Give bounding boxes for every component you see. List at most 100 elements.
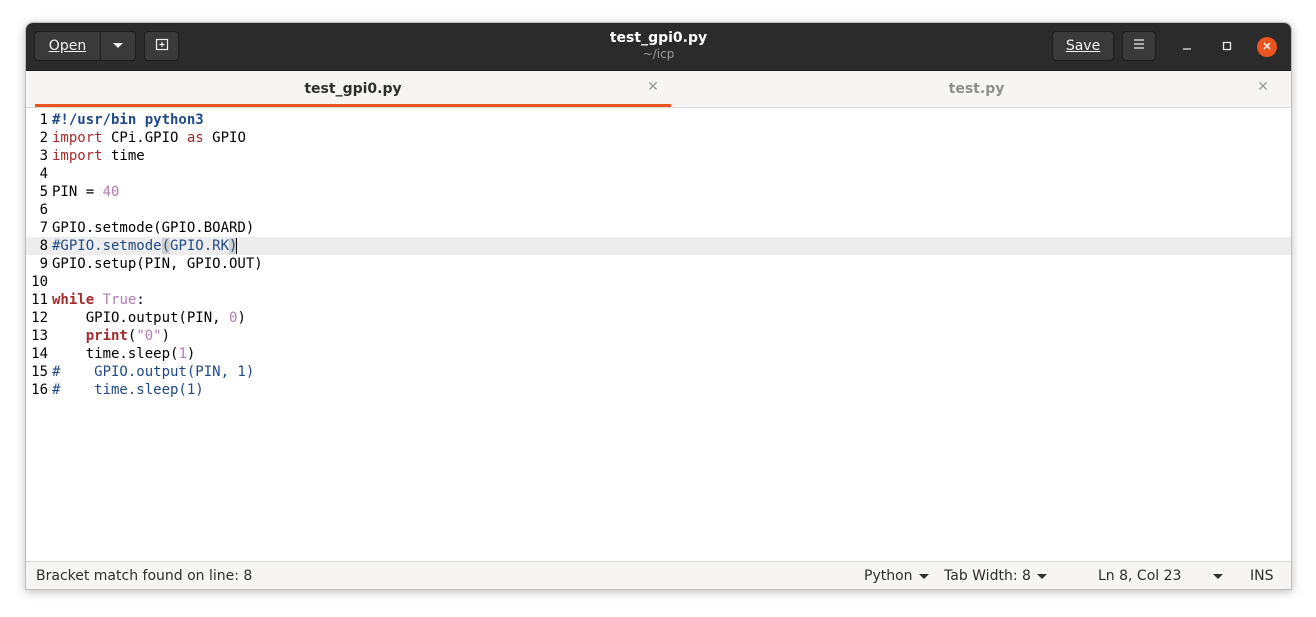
code-text: #GPIO.setmode(GPIO.RK)	[52, 237, 238, 255]
code-token: )	[161, 328, 171, 344]
code-text: GPIO.setup(PIN, GPIO.OUT)	[52, 255, 263, 273]
code-text: PIN = 40	[52, 183, 119, 201]
code-line[interactable]: 5 PIN = 40	[26, 183, 1291, 201]
code-editor[interactable]: 1 #!/usr/bin python3 2 import CPi.GPIO as G…	[26, 108, 1291, 561]
code-token: )	[237, 310, 246, 326]
line-number: 10	[31, 274, 48, 290]
code-token: while	[52, 292, 95, 308]
chevron-down-icon	[112, 38, 124, 54]
code-text: while True:	[52, 291, 145, 309]
code-token: GPIO.RK	[170, 238, 230, 254]
tab-width-label: Tab Width: 8	[944, 568, 1031, 584]
code-token: 1	[178, 346, 187, 362]
code-token: GPIO.output(PIN,	[52, 310, 230, 326]
close-icon	[1262, 40, 1272, 55]
code-line[interactable]: 7 GPIO.setmode(GPIO.BOARD)	[26, 219, 1291, 237]
line-number: 16	[31, 382, 48, 398]
code-line[interactable]: 14 time.sleep(1)	[26, 345, 1291, 363]
tab-test-gpi0[interactable]: test_gpi0.py ✕	[35, 71, 671, 107]
code-line[interactable]: 9 GPIO.setup(PIN, GPIO.OUT)	[26, 255, 1291, 273]
line-number: 5	[39, 184, 48, 200]
main-menu-button[interactable]	[1122, 31, 1156, 61]
code-token: CPi.GPIO	[102, 130, 187, 146]
tab-label: test_gpi0.py	[304, 81, 402, 97]
code-token: True	[102, 292, 137, 308]
code-text: #!/usr/bin python3	[52, 111, 204, 129]
code-token: import	[52, 148, 103, 164]
tab-label: test.py	[948, 81, 1005, 97]
code-token: GPIO	[203, 130, 246, 146]
code-token: PIN =	[52, 184, 103, 200]
insert-mode-indicator[interactable]: INS	[1250, 568, 1274, 584]
line-number: 1	[39, 112, 48, 128]
tab-width-selector[interactable]: Tab Width: 8	[944, 568, 1047, 584]
code-line[interactable]: 10	[26, 273, 1291, 291]
code-token: )	[186, 346, 196, 362]
code-token: "0"	[136, 328, 162, 344]
header-bar: Open test_gpi0.py ~/icp Save	[26, 23, 1291, 71]
code-line[interactable]: 6	[26, 201, 1291, 219]
maximize-button[interactable]	[1217, 37, 1237, 57]
code-token: import	[52, 130, 103, 146]
line-number: 11	[31, 292, 48, 308]
line-number: 15	[31, 364, 48, 380]
new-tab-button[interactable]	[144, 31, 179, 61]
editor-window: Open test_gpi0.py ~/icp Save test_gpi0.p…	[25, 22, 1292, 590]
code-token: (	[161, 238, 171, 254]
code-text: import time	[52, 147, 145, 165]
open-button[interactable]: Open	[34, 31, 101, 61]
code-line[interactable]: 15 # GPIO.output(PIN, 1)	[26, 363, 1291, 381]
line-number: 14	[31, 346, 48, 362]
line-number: 7	[39, 220, 48, 236]
code-token: 40	[102, 184, 120, 200]
tab-test[interactable]: test.py ✕	[671, 71, 1282, 107]
code-token: #GPIO.setmode	[52, 238, 162, 254]
code-token: print	[85, 328, 128, 344]
chevron-down-icon	[918, 573, 929, 579]
code-token: GPIO.setmode(GPIO.BOARD)	[52, 220, 255, 236]
chevron-down-icon	[1036, 573, 1047, 579]
open-dropdown-button[interactable]	[100, 31, 136, 61]
language-label: Python	[864, 568, 913, 584]
save-button-label: Save	[1065, 38, 1101, 54]
line-number: 12	[31, 310, 48, 326]
open-button-label: Open	[48, 38, 87, 54]
code-token: #!/usr/bin python3	[52, 112, 204, 128]
hamburger-icon	[1132, 38, 1146, 54]
code-text: GPIO.output(PIN, 0)	[52, 309, 246, 327]
code-line[interactable]: 4	[26, 165, 1291, 183]
code-line[interactable]: 8 #GPIO.setmode(GPIO.RK)	[26, 237, 1291, 255]
tab-close-icon[interactable]: ✕	[645, 79, 661, 95]
text-cursor	[236, 238, 238, 254]
code-line[interactable]: 13 print("0")	[26, 327, 1291, 345]
code-token: time	[102, 148, 145, 164]
line-number: 9	[39, 256, 48, 272]
code-token: GPIO.setup(PIN, GPIO.OUT)	[52, 256, 263, 272]
code-line[interactable]: 16 # time.sleep(1)	[26, 381, 1291, 399]
status-bar: Bracket match found on line: 8 Python Ta…	[26, 561, 1291, 589]
code-line[interactable]: 2 import CPi.GPIO as GPIO	[26, 129, 1291, 147]
close-window-button[interactable]	[1257, 37, 1277, 57]
tab-close-icon[interactable]: ✕	[1255, 79, 1271, 95]
status-message: Bracket match found on line: 8	[36, 568, 253, 584]
code-token: # GPIO.output(PIN, 1)	[52, 364, 255, 380]
line-number: 8	[39, 238, 48, 254]
chevron-down-icon	[1213, 573, 1224, 579]
code-line[interactable]: 11 while True:	[26, 291, 1291, 309]
code-text: print("0")	[52, 327, 170, 345]
code-line[interactable]: 3 import time	[26, 147, 1291, 165]
line-number: 3	[39, 148, 48, 164]
code-text: import CPi.GPIO as GPIO	[52, 129, 246, 147]
code-line[interactable]: 1 #!/usr/bin python3	[26, 111, 1291, 129]
save-button[interactable]: Save	[1052, 31, 1114, 61]
minimize-icon	[1182, 39, 1192, 55]
language-selector[interactable]: Python	[864, 568, 929, 584]
cursor-position-selector[interactable]: Ln 8, Col 23	[1098, 568, 1224, 584]
cursor-position-label: Ln 8, Col 23	[1098, 568, 1182, 584]
minimize-button[interactable]	[1177, 37, 1197, 57]
code-text: GPIO.setmode(GPIO.BOARD)	[52, 219, 254, 237]
code-line[interactable]: 12 GPIO.output(PIN, 0)	[26, 309, 1291, 327]
maximize-icon	[1222, 39, 1232, 55]
